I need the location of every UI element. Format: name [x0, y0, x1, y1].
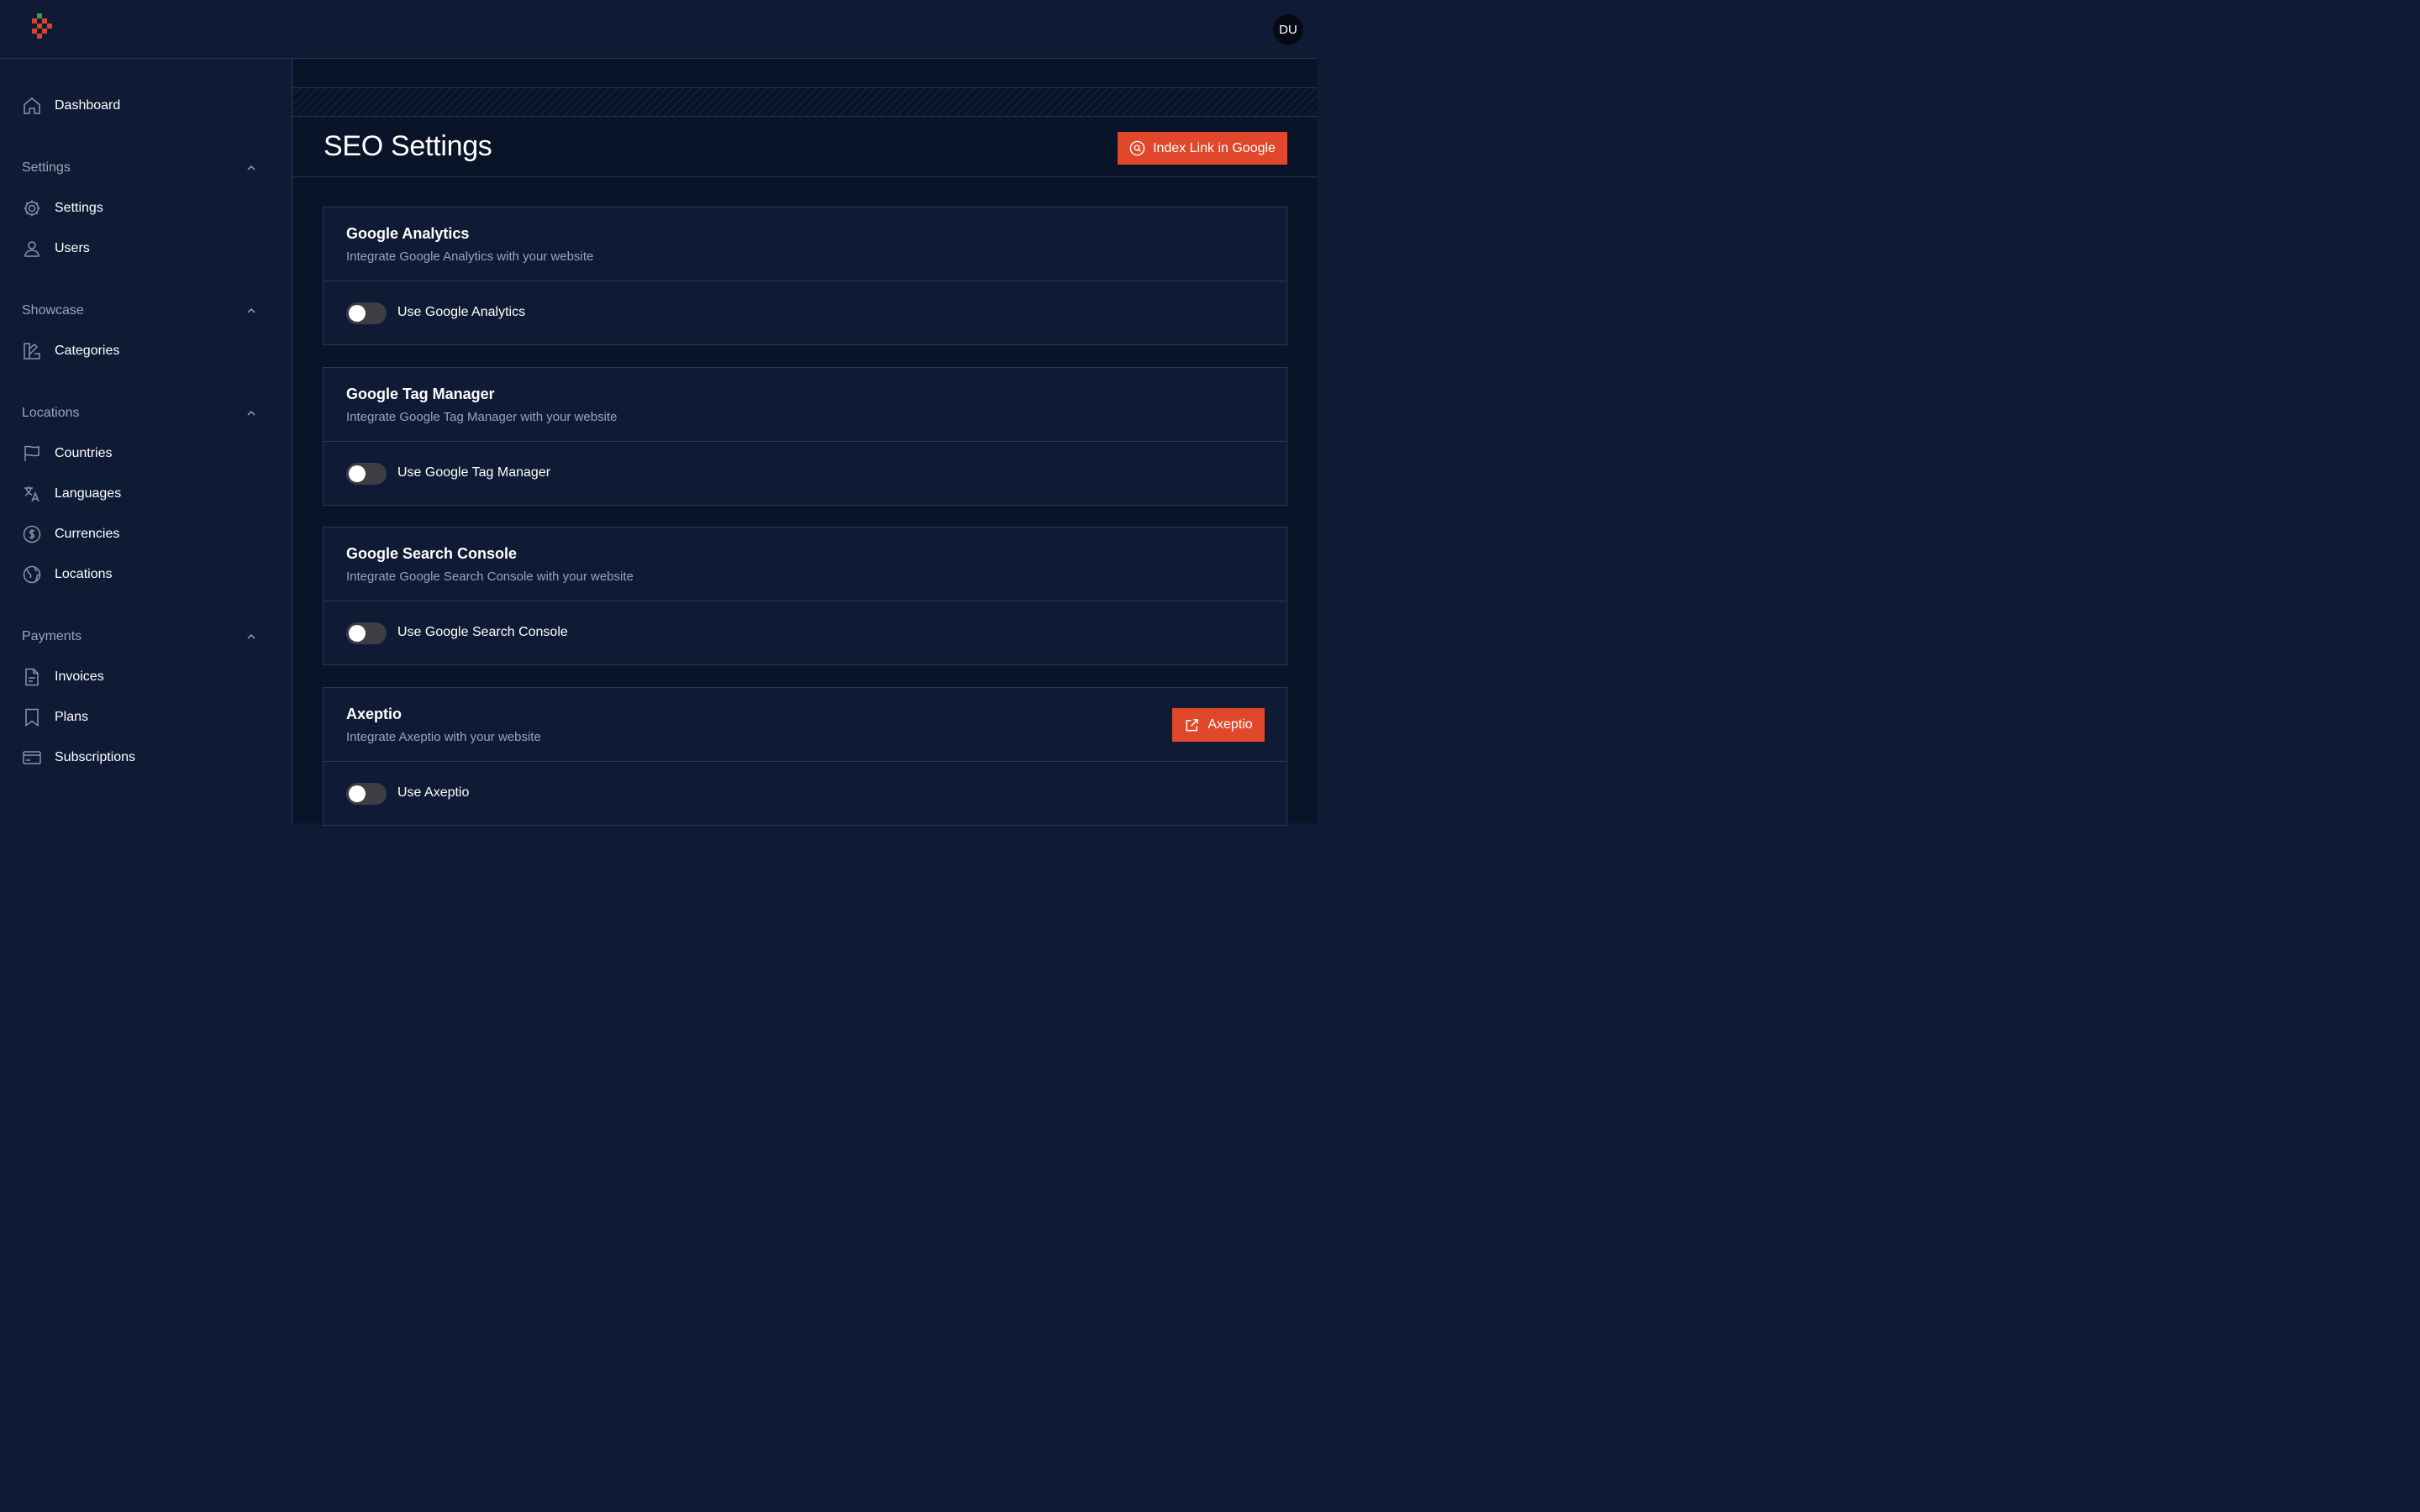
external-link-icon: [1186, 718, 1199, 731]
card-header: Google Analytics Integrate Google Analyt…: [324, 207, 1286, 281]
sidebar-item-label: Languages: [55, 486, 122, 501]
card-subtitle: Integrate Google Search Console with you…: [346, 570, 634, 584]
sidebar-item-dashboard[interactable]: Dashboard: [22, 94, 120, 118]
toggle-label: Use Google Analytics: [397, 305, 526, 319]
card-axeptio: Axeptio Integrate Axeptio with your webs…: [323, 687, 1287, 826]
flag-icon: [22, 444, 42, 464]
document-icon: [22, 667, 42, 687]
card-body: Use Axeptio: [324, 762, 1286, 825]
group-settings-header[interactable]: Settings: [22, 158, 257, 178]
sidebar-item-locations[interactable]: Locations: [22, 563, 113, 586]
sidebar-item-countries[interactable]: Countries: [22, 442, 112, 465]
chevron-up-icon: [247, 307, 255, 313]
sidebar-item-languages[interactable]: Languages: [22, 482, 121, 506]
card-body: Use Google Tag Manager: [324, 442, 1286, 505]
globe-icon: [22, 564, 42, 585]
toggle-label: Use Axeptio: [397, 785, 470, 800]
index-link-button[interactable]: Index Link in Google: [1118, 132, 1287, 165]
card-body: Use Google Search Console: [324, 601, 1286, 664]
toggle-label: Use Google Tag Manager: [397, 465, 551, 480]
group-label: Showcase: [22, 303, 84, 318]
sidebar-item-users[interactable]: Users: [22, 237, 90, 260]
sidebar-item-label: Categories: [55, 344, 120, 358]
gear-icon: [22, 198, 42, 218]
card-header: Axeptio Integrate Axeptio with your webs…: [324, 688, 1286, 762]
sidebar-item-currencies[interactable]: Currencies: [22, 522, 119, 546]
card-google-tag-manager: Google Tag Manager Integrate Google Tag …: [323, 367, 1287, 506]
sidebar-item-label: Currencies: [55, 527, 120, 541]
card-title: Google Analytics: [346, 225, 470, 242]
sidebar-item-label: Countries: [55, 446, 113, 460]
card-title: Google Search Console: [346, 545, 518, 562]
top-strip: [293, 59, 1318, 88]
card-title: Axeptio: [346, 706, 402, 722]
sidebar-item-plans[interactable]: Plans: [22, 706, 88, 729]
toggle-label: Use Google Search Console: [397, 625, 568, 639]
sidebar-item-subscriptions[interactable]: Subscriptions: [22, 746, 135, 769]
sidebar-item-invoices[interactable]: Invoices: [22, 665, 104, 689]
sidebar-item-label: Plans: [55, 710, 89, 724]
chevron-up-icon: [247, 410, 255, 416]
toggle-knob: [349, 785, 366, 802]
group-label: Payments: [22, 629, 82, 643]
sidebar: Dashboard Settings Settings Users Showca…: [0, 59, 292, 823]
group-label: Locations: [22, 406, 80, 420]
group-showcase-header[interactable]: Showcase: [22, 301, 257, 321]
toggle-knob: [349, 305, 366, 322]
google-search-console-toggle[interactable]: [346, 622, 387, 644]
sidebar-item-label: Users: [55, 241, 90, 255]
main-content: SEO Settings Index Link in Google Google…: [293, 59, 1318, 826]
dollar-circle-icon: [22, 524, 42, 544]
sidebar-item-label: Locations: [55, 567, 113, 581]
sidebar-item-label: Dashboard: [55, 98, 121, 113]
chevron-up-icon: [247, 633, 255, 639]
home-icon: [22, 96, 42, 116]
card-subtitle: Integrate Axeptio with your website: [346, 730, 541, 744]
card-header: Google Search Console Integrate Google S…: [324, 528, 1286, 601]
logo-icon[interactable]: [30, 13, 57, 45]
index-link-label: Index Link in Google: [1153, 140, 1276, 155]
striped-divider: [293, 88, 1318, 117]
card-subtitle: Integrate Google Tag Manager with your w…: [346, 410, 618, 424]
group-payments-header[interactable]: Payments: [22, 627, 257, 647]
translate-icon: [22, 484, 42, 504]
card-google-search-console: Google Search Console Integrate Google S…: [323, 527, 1287, 665]
axeptio-button-label: Axeptio: [1207, 717, 1253, 732]
sidebar-item-label: Subscriptions: [55, 750, 136, 764]
card-google-analytics: Google Analytics Integrate Google Analyt…: [323, 207, 1287, 345]
avatar[interactable]: DU: [1273, 14, 1303, 45]
card-title: Google Tag Manager: [346, 386, 495, 402]
page-title: SEO Settings: [324, 130, 492, 162]
group-locations-header[interactable]: Locations: [22, 403, 257, 423]
card-header: Google Tag Manager Integrate Google Tag …: [324, 368, 1286, 442]
chevron-up-icon: [247, 165, 255, 171]
axeptio-link-button[interactable]: Axeptio: [1172, 708, 1265, 742]
categories-icon: [22, 341, 42, 361]
card-subtitle: Integrate Google Analytics with your web…: [346, 249, 594, 264]
search-circle-icon: [1129, 140, 1145, 156]
credit-card-icon: [22, 748, 42, 768]
card-body: Use Google Analytics: [324, 281, 1286, 344]
toggle-knob: [349, 625, 366, 642]
group-label: Settings: [22, 160, 71, 175]
sidebar-item-label: Invoices: [55, 669, 104, 684]
top-bar: DU: [0, 0, 1318, 59]
sidebar-item-categories[interactable]: Categories: [22, 339, 119, 363]
user-icon: [22, 239, 42, 259]
sidebar-item-label: Settings: [55, 201, 103, 215]
axeptio-toggle[interactable]: [346, 783, 387, 805]
toggle-knob: [349, 465, 366, 482]
google-tag-manager-toggle[interactable]: [346, 463, 387, 485]
sidebar-item-settings[interactable]: Settings: [22, 197, 103, 220]
bookmark-icon: [22, 707, 42, 727]
page-header: SEO Settings Index Link in Google: [293, 117, 1318, 177]
google-analytics-toggle[interactable]: [346, 302, 387, 324]
